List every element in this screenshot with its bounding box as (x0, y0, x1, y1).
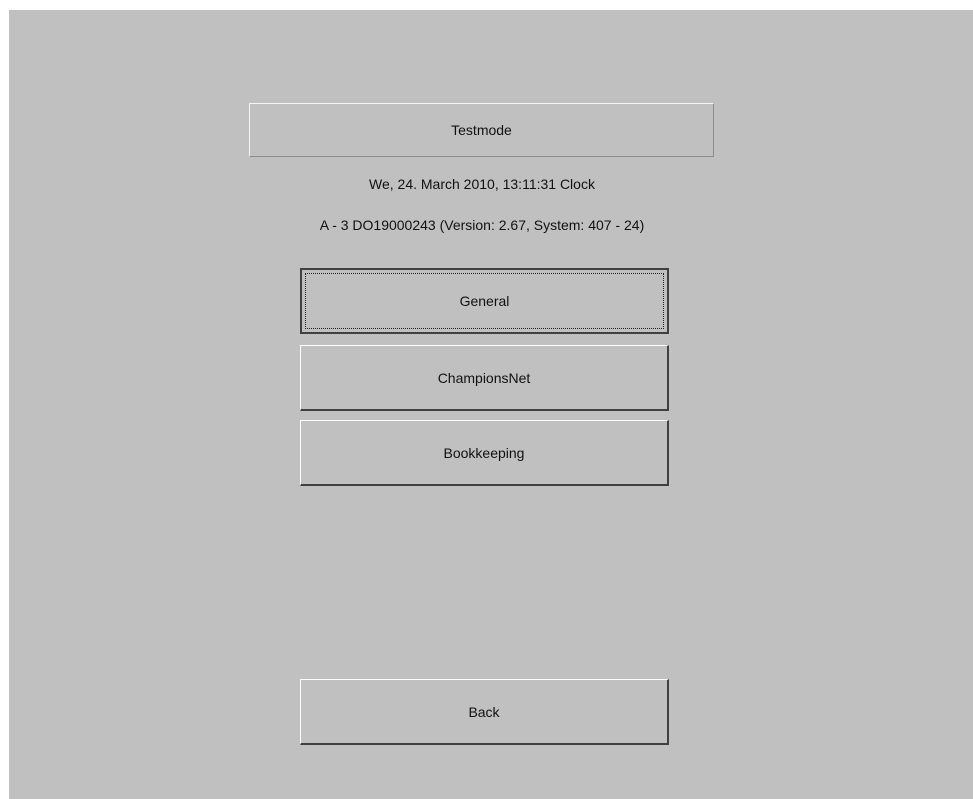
championsnet-button-label: ChampionsNet (437, 369, 531, 386)
back-button-label: Back (468, 703, 500, 720)
general-button[interactable]: General (300, 268, 669, 334)
bookkeeping-button-label: Bookkeeping (443, 444, 525, 461)
page-title: Testmode (451, 122, 512, 138)
bookkeeping-button[interactable]: Bookkeeping (300, 420, 669, 486)
back-button[interactable]: Back (300, 679, 669, 745)
general-button-label: General (459, 293, 510, 309)
championsnet-button[interactable]: ChampionsNet (300, 345, 669, 411)
device-info-text: A - 3 DO19000243 (Version: 2.67, System:… (319, 217, 645, 233)
datetime-text: We, 24. March 2010, 13:11:31 Clock (369, 176, 595, 192)
testmode-screen: Testmode We, 24. March 2010, 13:11:31 Cl… (9, 10, 973, 799)
title-panel: Testmode (249, 103, 714, 157)
